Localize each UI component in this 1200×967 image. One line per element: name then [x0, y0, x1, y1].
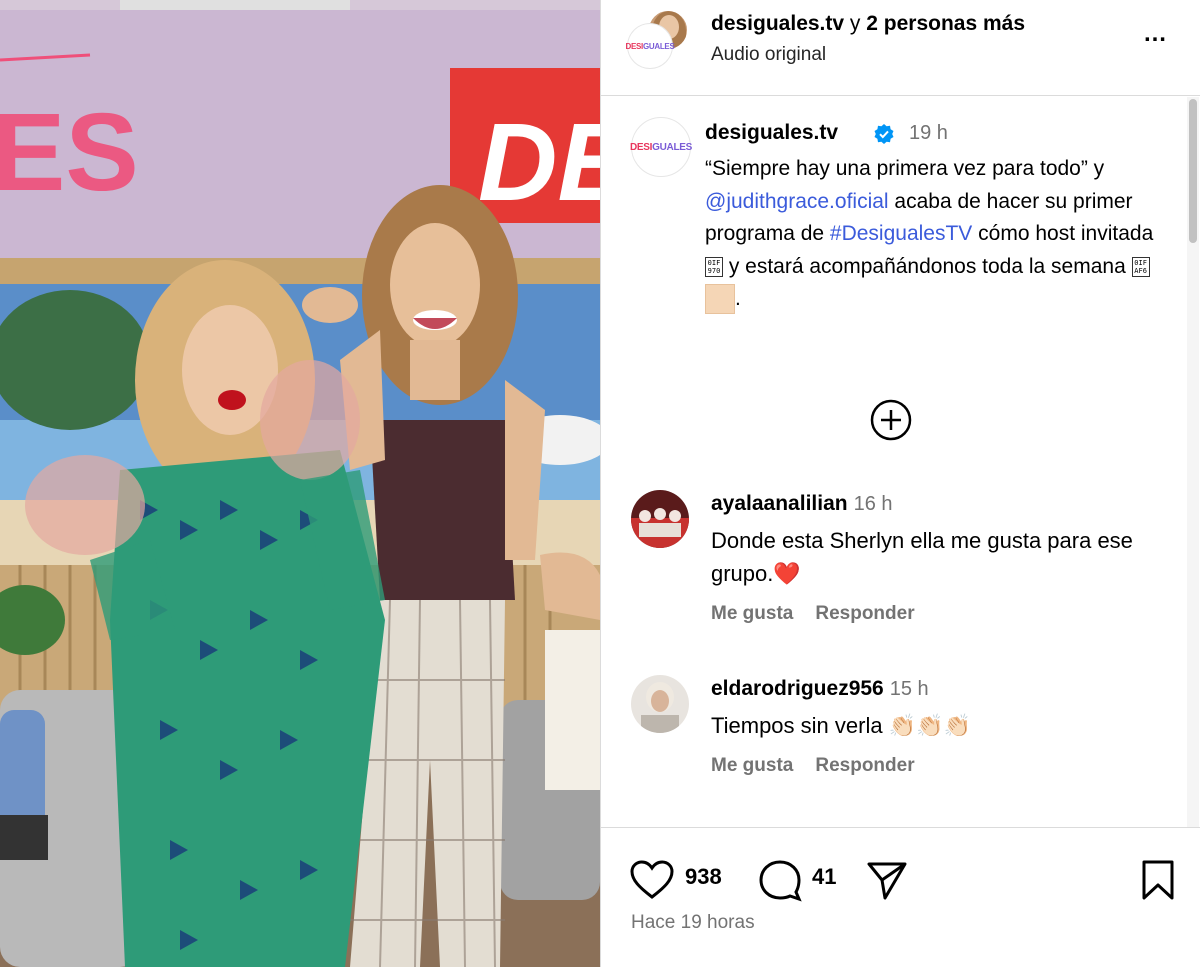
share-paper-plane-icon[interactable]	[863, 858, 909, 902]
post-footer: 938 41 Hace 19 horas	[601, 827, 1200, 967]
account-avatar[interactable]: DESIGUALES	[625, 24, 675, 68]
comment-item: ayalaanalilian 16 h Donde esta Sherlyn el…	[601, 490, 1187, 640]
commenter-name[interactable]: eldarodriguez956	[711, 677, 884, 700]
comment-username: eldarodriguez956 15 h	[711, 677, 929, 701]
more-options-button[interactable]: …	[1137, 22, 1173, 52]
likes-count[interactable]: 938	[685, 864, 722, 890]
comments-list[interactable]: DESIGUALES desiguales.tv 19 h “Siempre h…	[601, 97, 1200, 827]
reply-button[interactable]: Responder	[815, 755, 914, 776]
caption-avatar[interactable]: DESIGUALES	[630, 117, 693, 177]
red-heart-emoji-icon: ❤️	[773, 561, 801, 586]
caption-part: “Siempre hay una primera vez para todo” …	[705, 157, 1105, 180]
brand-logo: DESIGUALES	[625, 41, 675, 51]
missing-emoji-icon: 0IF AF6	[1131, 256, 1150, 277]
commenter-name[interactable]: ayalaanalilian	[711, 492, 848, 515]
like-comment-button[interactable]: Me gusta	[711, 755, 793, 776]
post-header: DESIGUALES desiguales.tv y 2 personas má…	[601, 0, 1200, 96]
caption-part: y estará acompañándonos toda la semana	[723, 254, 1132, 278]
comment-username: ayalaanalilian 16 h	[711, 492, 893, 516]
reply-button[interactable]: Responder	[815, 603, 914, 624]
load-more-comments-icon[interactable]	[869, 398, 913, 442]
comments-count[interactable]: 41	[812, 864, 836, 890]
verified-badge-icon	[874, 124, 894, 144]
header-conjunction: y	[849, 12, 861, 35]
header-accounts: desiguales.tv y 2 personas más	[711, 12, 1025, 36]
comments-scrollbar[interactable]	[1187, 97, 1199, 827]
audio-link[interactable]: Audio original	[711, 44, 826, 66]
comment-actions: Me gusta Responder	[711, 603, 937, 625]
caption-text: “Siempre hay una primera vez para todo” …	[705, 153, 1155, 316]
comment-actions: Me gusta Responder	[711, 755, 937, 777]
skin-tone-emoji-icon	[705, 284, 735, 315]
post-timestamp[interactable]: Hace 19 horas	[631, 912, 755, 934]
more-icon: …	[1143, 20, 1167, 47]
like-comment-button[interactable]: Me gusta	[711, 603, 793, 624]
studio-sign-right: DE	[478, 101, 600, 224]
header-others-link[interactable]: 2 personas más	[866, 12, 1025, 35]
studio-sign-left: ES	[0, 91, 139, 214]
post-side-panel: DESIGUALES desiguales.tv y 2 personas má…	[600, 0, 1200, 967]
comment-item: eldarodriguez956 15 h Tiempos sin verla 👏…	[601, 675, 1187, 825]
scrollbar-thumb[interactable]	[1189, 99, 1197, 243]
caption-part: .	[735, 287, 741, 310]
comment-time[interactable]: 15 h	[890, 678, 929, 700]
header-username[interactable]: desiguales.tv	[711, 12, 844, 35]
post-media[interactable]: ES DE	[0, 0, 600, 967]
save-bookmark-icon[interactable]	[1135, 858, 1181, 902]
comment-text: Donde esta Sherlyn ella me gusta para es…	[711, 524, 1151, 590]
post-video-frame: ES DE	[0, 0, 600, 967]
hashtag-link[interactable]: #DesigualesTV	[830, 222, 972, 245]
caption-part: cómo host invitada	[972, 222, 1154, 245]
mention-link[interactable]: @judithgrace.oficial	[705, 190, 889, 213]
brand-logo: DESIGUALES	[630, 141, 693, 153]
commenter-avatar[interactable]	[631, 490, 689, 548]
commenter-avatar[interactable]	[631, 675, 689, 733]
comment-bubble-icon[interactable]	[757, 858, 803, 902]
caption-time[interactable]: 19 h	[909, 122, 948, 145]
clapping-hands-emoji-icon: 👏🏻👏🏻👏🏻	[888, 713, 971, 738]
comment-time[interactable]: 16 h	[854, 493, 893, 515]
like-heart-icon[interactable]	[629, 858, 675, 902]
comment-body: Tiempos sin verla	[711, 713, 889, 738]
missing-emoji-icon: 0IF 970	[705, 256, 723, 277]
caption-username[interactable]: desiguales.tv	[705, 121, 838, 145]
comment-text: Tiempos sin verla 👏🏻👏🏻👏🏻	[711, 709, 1151, 742]
